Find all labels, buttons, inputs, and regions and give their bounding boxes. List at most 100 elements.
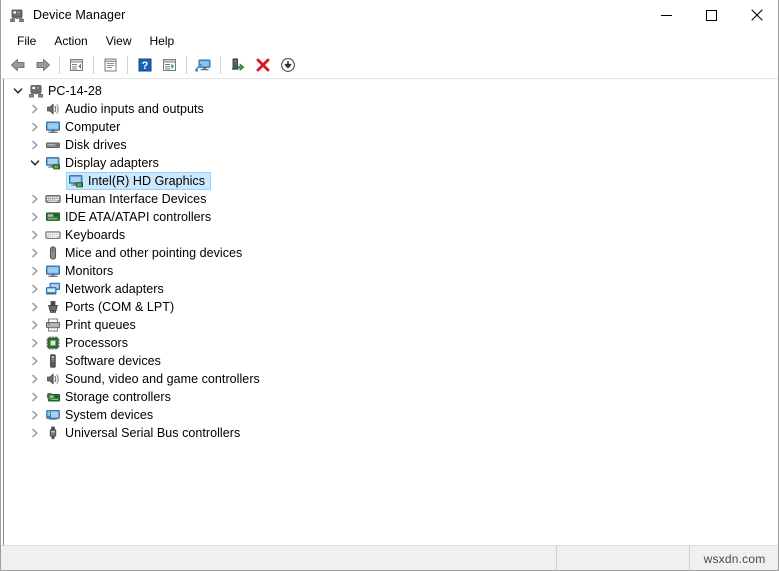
tree-item-content[interactable]: Software devices	[43, 352, 167, 370]
chevron-down-icon[interactable]	[27, 154, 43, 172]
tree-item-human-interface-devices[interactable]: Human Interface Devices	[4, 190, 779, 208]
speaker-icon	[45, 371, 61, 387]
tree-item-content[interactable]: PC-14-28	[26, 82, 108, 100]
show-hidden-button[interactable]	[157, 54, 182, 77]
menu-action[interactable]: Action	[45, 32, 96, 51]
tree-item-content[interactable]: Monitors	[43, 262, 119, 280]
disable-device-button[interactable]	[275, 54, 300, 77]
tree-item-storage-controllers[interactable]: Storage controllers	[4, 388, 779, 406]
back-arrow-icon	[10, 59, 24, 71]
up-one-level-button[interactable]	[64, 54, 89, 77]
chevron-right-icon[interactable]	[27, 262, 43, 280]
close-icon	[750, 9, 763, 21]
toolbar: ?	[0, 52, 779, 79]
tree-item-sound-video-and-game-controllers[interactable]: Sound, video and game controllers	[4, 370, 779, 388]
update-driver-icon	[232, 58, 245, 71]
tree-item-intel-r-hd-graphics[interactable]: Intel(R) HD Graphics	[4, 172, 779, 190]
tree-item-label: Audio inputs and outputs	[65, 102, 204, 116]
chevron-right-icon[interactable]	[27, 298, 43, 316]
back-button[interactable]	[5, 54, 30, 77]
software-device-icon	[45, 353, 61, 369]
tree-item-content[interactable]: Human Interface Devices	[43, 190, 213, 208]
tree-item-computer[interactable]: Computer	[4, 118, 779, 136]
tree-item-universal-serial-bus-controllers[interactable]: Universal Serial Bus controllers	[4, 424, 779, 442]
tree-item-mice-and-other-pointing-devices[interactable]: Mice and other pointing devices	[4, 244, 779, 262]
tree-item-ide-ata-atapi-controllers[interactable]: IDE ATA/ATAPI controllers	[4, 208, 779, 226]
tree-item-content[interactable]: Ports (COM & LPT)	[43, 298, 180, 316]
display-adapter-icon	[68, 173, 84, 189]
chevron-right-icon[interactable]	[27, 388, 43, 406]
chevron-right-icon[interactable]	[27, 244, 43, 262]
menu-view[interactable]: View	[97, 32, 141, 51]
chevron-right-icon[interactable]	[27, 136, 43, 154]
monitor-icon	[45, 119, 61, 135]
disk-drive-icon	[45, 137, 61, 153]
chevron-right-icon[interactable]	[27, 424, 43, 442]
chevron-right-icon[interactable]	[27, 370, 43, 388]
tree-item-content[interactable]: IDE ATA/ATAPI controllers	[43, 208, 217, 226]
tree-item-content[interactable]: Display adapters	[43, 154, 165, 172]
computer-root-icon	[28, 83, 44, 99]
update-driver-button[interactable]	[225, 54, 250, 77]
tree-item-label: Network adapters	[65, 282, 164, 296]
maximize-button[interactable]	[689, 0, 734, 30]
tree-item-content[interactable]: Audio inputs and outputs	[43, 100, 210, 118]
tree-item-content[interactable]: Storage controllers	[43, 388, 177, 406]
tree-item-network-adapters[interactable]: Network adapters	[4, 280, 779, 298]
processor-icon	[45, 335, 61, 351]
chevron-right-icon[interactable]	[27, 208, 43, 226]
tree-item-display-adapters[interactable]: Display adapters	[4, 154, 779, 172]
tree-item-label: Monitors	[65, 264, 114, 278]
chevron-right-icon[interactable]	[27, 118, 43, 136]
chevron-right-icon[interactable]	[27, 190, 43, 208]
tree-item-print-queues[interactable]: Print queues	[4, 316, 779, 334]
help-button[interactable]: ?	[132, 54, 157, 77]
tree-item-content[interactable]: Intel(R) HD Graphics	[66, 172, 211, 190]
chevron-right-icon[interactable]	[27, 352, 43, 370]
tree-item-content[interactable]: System devices	[43, 406, 159, 424]
tree-item-keyboards[interactable]: Keyboards	[4, 226, 779, 244]
tree-item-content[interactable]: Computer	[43, 118, 126, 136]
chevron-right-icon[interactable]	[27, 334, 43, 352]
forward-button[interactable]	[30, 54, 55, 77]
menu-file[interactable]: File	[8, 32, 45, 51]
tree-item-disk-drives[interactable]: Disk drives	[4, 136, 779, 154]
tree-item-content[interactable]: Keyboards	[43, 226, 131, 244]
tree-item-audio-inputs-and-outputs[interactable]: Audio inputs and outputs	[4, 100, 779, 118]
chevron-right-icon[interactable]	[27, 280, 43, 298]
close-button[interactable]	[734, 0, 779, 30]
device-manager-window: Device Manager File Action View Help ? P…	[0, 0, 779, 571]
tree-item-processors[interactable]: Processors	[4, 334, 779, 352]
tree-item-label: Storage controllers	[65, 390, 171, 404]
tree-item-content[interactable]: Sound, video and game controllers	[43, 370, 266, 388]
scan-hardware-button[interactable]	[191, 54, 216, 77]
chevron-right-icon[interactable]	[27, 100, 43, 118]
uninstall-device-button[interactable]	[250, 54, 275, 77]
chevron-down-icon[interactable]	[10, 82, 26, 100]
toolbar-separator-1	[59, 56, 60, 74]
tree-item-pc-14-28[interactable]: PC-14-28	[4, 82, 779, 100]
properties-button[interactable]	[98, 54, 123, 77]
storage-controller-icon	[45, 389, 61, 405]
tree-item-content[interactable]: Network adapters	[43, 280, 170, 298]
tree-item-content[interactable]: Processors	[43, 334, 134, 352]
tree-item-software-devices[interactable]: Software devices	[4, 352, 779, 370]
tree-item-system-devices[interactable]: System devices	[4, 406, 779, 424]
tree-item-content[interactable]: Universal Serial Bus controllers	[43, 424, 246, 442]
menu-help[interactable]: Help	[141, 32, 184, 51]
tree-item-content[interactable]: Print queues	[43, 316, 142, 334]
minimize-icon	[661, 14, 672, 16]
display-adapter-icon	[45, 155, 61, 171]
chevron-right-icon[interactable]	[27, 316, 43, 334]
toolbar-separator-3	[127, 56, 128, 74]
tree-item-content[interactable]: Mice and other pointing devices	[43, 244, 248, 262]
chevron-right-icon[interactable]	[27, 226, 43, 244]
keyboard-icon	[45, 227, 61, 243]
tree-item-ports-com-lpt[interactable]: Ports (COM & LPT)	[4, 298, 779, 316]
chevron-right-icon[interactable]	[27, 406, 43, 424]
minimize-button[interactable]	[644, 0, 689, 30]
tree-item-monitors[interactable]: Monitors	[4, 262, 779, 280]
tree-item-content[interactable]: Disk drives	[43, 136, 133, 154]
network-adapter-icon	[45, 281, 61, 297]
device-tree[interactable]: PC-14-28 Audio inputs and outputs Computer…	[4, 79, 779, 545]
